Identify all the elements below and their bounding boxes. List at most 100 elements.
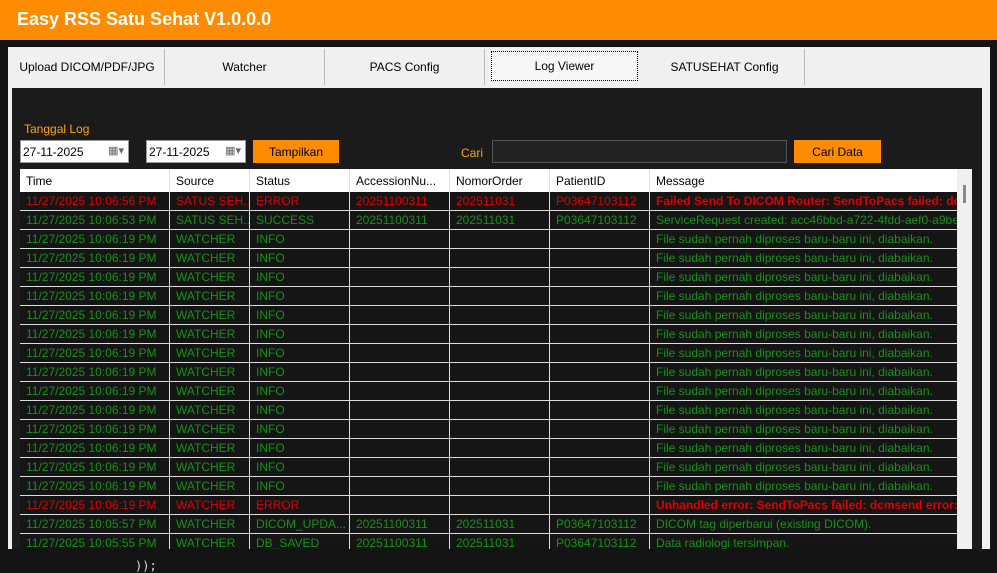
show-button[interactable]: Tampilkan — [253, 140, 339, 163]
cell-patient-id — [550, 401, 650, 419]
cell-message: File sudah pernah diproses baru-baru ini… — [656, 346, 933, 360]
cell-status: INFO — [250, 287, 350, 305]
table-header: Time Source Status AccessionNu... NomorOrder… — [20, 169, 972, 192]
column-header-message[interactable]: Message — [650, 169, 957, 192]
cell-status: INFO — [250, 268, 350, 286]
cell-patient-id — [550, 287, 650, 305]
column-header-time[interactable]: Time — [20, 169, 170, 192]
tab-log-viewer[interactable]: Log Viewer — [491, 51, 638, 81]
cell-source: WATCHER — [170, 306, 250, 324]
cell-accession: 20251100311 — [350, 192, 450, 210]
cell-patient-id — [550, 382, 650, 400]
cell-time: 11/27/2025 10:05:57 PM — [20, 515, 170, 533]
calendar-dropdown-icon[interactable]: ▦▾ — [225, 144, 241, 157]
cell-patient-id: P03647103112 — [550, 192, 650, 210]
tab-upload[interactable]: Upload DICOM/PDF/JPG — [10, 49, 165, 85]
cell-message: File sudah pernah diproses baru-baru ini… — [656, 460, 933, 474]
table-row[interactable]: 11/27/2025 10:05:57 PM WATCHER DICOM_UPDA.… — [20, 515, 972, 534]
table-row[interactable]: 11/27/2025 10:06:53 PM SATUS SEH... SUCCES… — [20, 211, 972, 230]
cell-nomor-order: 202511031 — [450, 192, 550, 210]
cell-status: DB_SAVED — [250, 534, 350, 549]
cell-status: INFO — [250, 249, 350, 267]
table-row[interactable]: 11/27/2025 10:06:19 PM WATCHER INFO File su… — [20, 477, 972, 496]
cell-source: WATCHER — [170, 401, 250, 419]
cell-source: WATCHER — [170, 439, 250, 457]
table-row[interactable]: 11/27/2025 10:06:19 PM WATCHER INFO File su… — [20, 230, 972, 249]
cell-message: ServiceRequest created: acc46bbd-a722-4f… — [656, 213, 957, 227]
search-button[interactable]: Cari Data — [794, 140, 881, 163]
date-from-value: 27-11-2025 — [23, 145, 84, 159]
cell-accession — [350, 230, 450, 248]
cell-status: ERROR — [250, 192, 350, 210]
table-row[interactable]: 11/27/2025 10:06:19 PM WATCHER INFO File su… — [20, 382, 972, 401]
search-input[interactable] — [492, 140, 787, 163]
date-from-picker[interactable]: 27-11-2025 ▦▾ — [20, 140, 129, 163]
cell-source: WATCHER — [170, 496, 250, 514]
cell-message: DICOM tag diperbarui (existing DICOM). — [656, 517, 872, 531]
date-label: Tanggal Log — [24, 122, 90, 136]
cell-source: WATCHER — [170, 534, 250, 549]
date-to-picker[interactable]: 27-11-2025 ▦▾ — [146, 140, 246, 163]
cell-source: WATCHER — [170, 515, 250, 533]
cell-patient-id — [550, 306, 650, 324]
cell-source: WATCHER — [170, 344, 250, 362]
cell-time: 11/27/2025 10:05:55 PM — [20, 534, 170, 549]
cell-message: File sudah pernah diproses baru-baru ini… — [656, 308, 933, 322]
cell-accession — [350, 325, 450, 343]
app-title: Easy RSS Satu Sehat V1.0.0.0 — [0, 0, 997, 40]
tab-satusehat-config[interactable]: SATUSEHAT Config — [645, 49, 805, 85]
table-row[interactable]: 11/27/2025 10:06:19 PM WATCHER ERROR Unhand… — [20, 496, 972, 515]
date-to-value: 27-11-2025 — [149, 145, 210, 159]
cell-time: 11/27/2025 10:06:56 PM — [20, 192, 170, 210]
cell-time: 11/27/2025 10:06:19 PM — [20, 477, 170, 495]
table-row[interactable]: 11/27/2025 10:06:19 PM WATCHER INFO File su… — [20, 344, 972, 363]
table-row[interactable]: 11/27/2025 10:06:19 PM WATCHER INFO File su… — [20, 363, 972, 382]
cell-accession — [350, 458, 450, 476]
cell-message: Data radiologi tersimpan. — [656, 536, 790, 549]
table-row[interactable]: 11/27/2025 10:06:19 PM WATCHER INFO File su… — [20, 268, 972, 287]
column-header-accession[interactable]: AccessionNu... — [350, 169, 450, 192]
cell-status: INFO — [250, 382, 350, 400]
table-row[interactable]: 11/27/2025 10:06:19 PM WATCHER INFO File su… — [20, 458, 972, 477]
cell-patient-id — [550, 477, 650, 495]
cell-status: INFO — [250, 363, 350, 381]
table-row[interactable]: 11/27/2025 10:06:19 PM WATCHER INFO File su… — [20, 249, 972, 268]
cell-source: WATCHER — [170, 325, 250, 343]
cell-source: WATCHER — [170, 420, 250, 438]
cell-message: File sudah pernah diproses baru-baru ini… — [656, 479, 933, 493]
table-row[interactable]: 11/27/2025 10:06:19 PM WATCHER INFO File su… — [20, 401, 972, 420]
column-header-nomor-order[interactable]: NomorOrder — [450, 169, 550, 192]
cell-source: WATCHER — [170, 458, 250, 476]
table-row[interactable]: 11/27/2025 10:06:19 PM WATCHER INFO File su… — [20, 420, 972, 439]
cell-status: INFO — [250, 344, 350, 362]
table-row[interactable]: 11/27/2025 10:06:19 PM WATCHER INFO File su… — [20, 439, 972, 458]
column-header-patient-id[interactable]: PatientID — [550, 169, 650, 192]
cell-status: INFO — [250, 306, 350, 324]
tab-watcher[interactable]: Watcher — [165, 49, 325, 85]
column-header-source[interactable]: Source — [170, 169, 250, 192]
scrollbar-thumb[interactable] — [963, 185, 966, 203]
cell-nomor-order — [450, 249, 550, 267]
cell-nomor-order — [450, 382, 550, 400]
table-row[interactable]: 11/27/2025 10:06:19 PM WATCHER INFO File su… — [20, 306, 972, 325]
search-label: Cari — [461, 146, 484, 160]
cell-patient-id — [550, 230, 650, 248]
table-row[interactable]: 11/27/2025 10:06:19 PM WATCHER INFO File su… — [20, 325, 972, 344]
column-header-status[interactable]: Status — [250, 169, 350, 192]
cell-time: 11/27/2025 10:06:19 PM — [20, 344, 170, 362]
cell-accession — [350, 363, 450, 381]
log-viewer-panel: Tanggal Log 27-11-2025 ▦▾ 27-11-2025 ▦▾ Ta… — [12, 88, 982, 549]
table-row[interactable]: 11/27/2025 10:06:56 PM SATUS SEH... ERROR 2… — [20, 192, 972, 211]
main-window: Upload DICOM/PDF/JPG Watcher PACS Config… — [8, 47, 990, 549]
table-row[interactable]: 11/27/2025 10:06:19 PM WATCHER INFO File su… — [20, 287, 972, 306]
cell-status: DICOM_UPDA... — [250, 515, 350, 533]
vertical-scrollbar[interactable] — [957, 169, 972, 549]
tab-pacs-config[interactable]: PACS Config — [325, 49, 485, 85]
table-row[interactable]: 11/27/2025 10:05:55 PM WATCHER DB_SAVED 202… — [20, 534, 972, 549]
calendar-dropdown-icon[interactable]: ▦▾ — [108, 144, 124, 157]
cell-time: 11/27/2025 10:06:19 PM — [20, 382, 170, 400]
cell-accession — [350, 344, 450, 362]
cell-patient-id — [550, 439, 650, 457]
cell-time: 11/27/2025 10:06:19 PM — [20, 287, 170, 305]
cell-accession: 20251100311 — [350, 534, 450, 549]
